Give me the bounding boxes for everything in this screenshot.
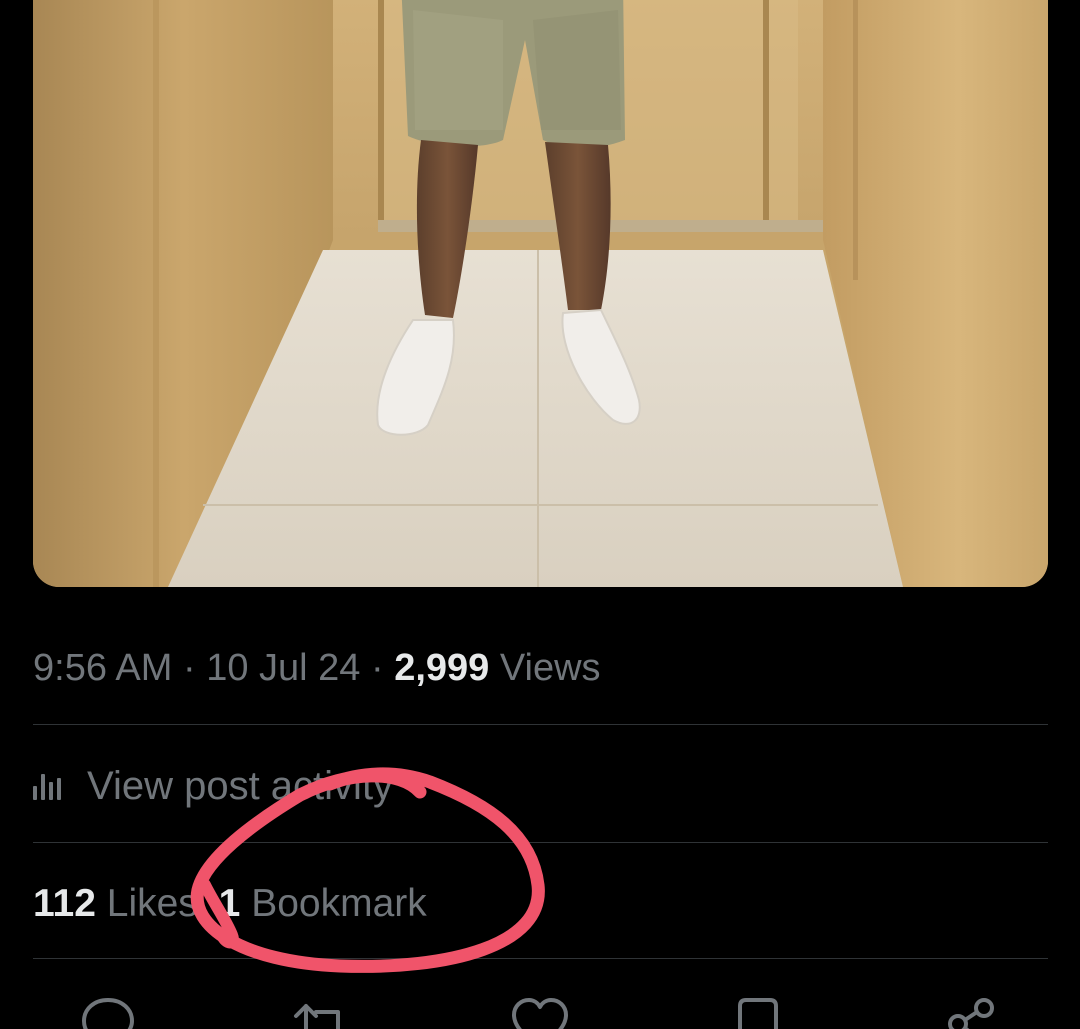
reply-icon — [82, 998, 134, 1029]
like-button[interactable] — [510, 996, 570, 1029]
meta-separator: · — [182, 647, 196, 689]
likes-count: 112 — [33, 882, 96, 925]
reply-button[interactable] — [78, 996, 138, 1029]
bookmark-button[interactable] — [728, 996, 788, 1029]
like-icon — [512, 998, 568, 1029]
post-stats: 112 Likes 1 Bookmark — [33, 876, 427, 932]
views-label: Views — [499, 647, 601, 689]
repost-button[interactable] — [292, 996, 352, 1029]
post-meta: 9:56 AM · 10 Jul 24 · 2,999 Views — [33, 642, 601, 694]
divider — [33, 724, 1048, 725]
divider — [33, 958, 1048, 959]
bookmark-icon — [738, 998, 778, 1029]
bookmarks-label: Bookmark — [251, 882, 427, 925]
likes-stat[interactable]: 112 Likes — [33, 882, 198, 925]
post-date: 10 Jul 24 — [206, 647, 361, 689]
post-action-bar — [0, 990, 1080, 1029]
post-photo[interactable] — [33, 0, 1048, 587]
bar-chart-icon — [33, 772, 69, 800]
bookmarks-stat[interactable]: 1 Bookmark — [219, 882, 427, 925]
bookmarks-count: 1 — [218, 882, 241, 925]
share-button[interactable] — [942, 996, 1002, 1029]
post-time: 9:56 AM — [33, 647, 173, 689]
view-post-activity-label: View post activity — [87, 763, 394, 808]
divider — [33, 842, 1048, 843]
photo-image — [33, 0, 1048, 587]
share-icon — [948, 998, 994, 1029]
views-count: 2,999 — [394, 647, 490, 689]
repost-icon — [294, 1004, 340, 1029]
likes-label: Likes — [106, 882, 198, 925]
view-post-activity-link[interactable]: View post activity — [33, 756, 393, 816]
meta-separator: · — [371, 647, 384, 689]
